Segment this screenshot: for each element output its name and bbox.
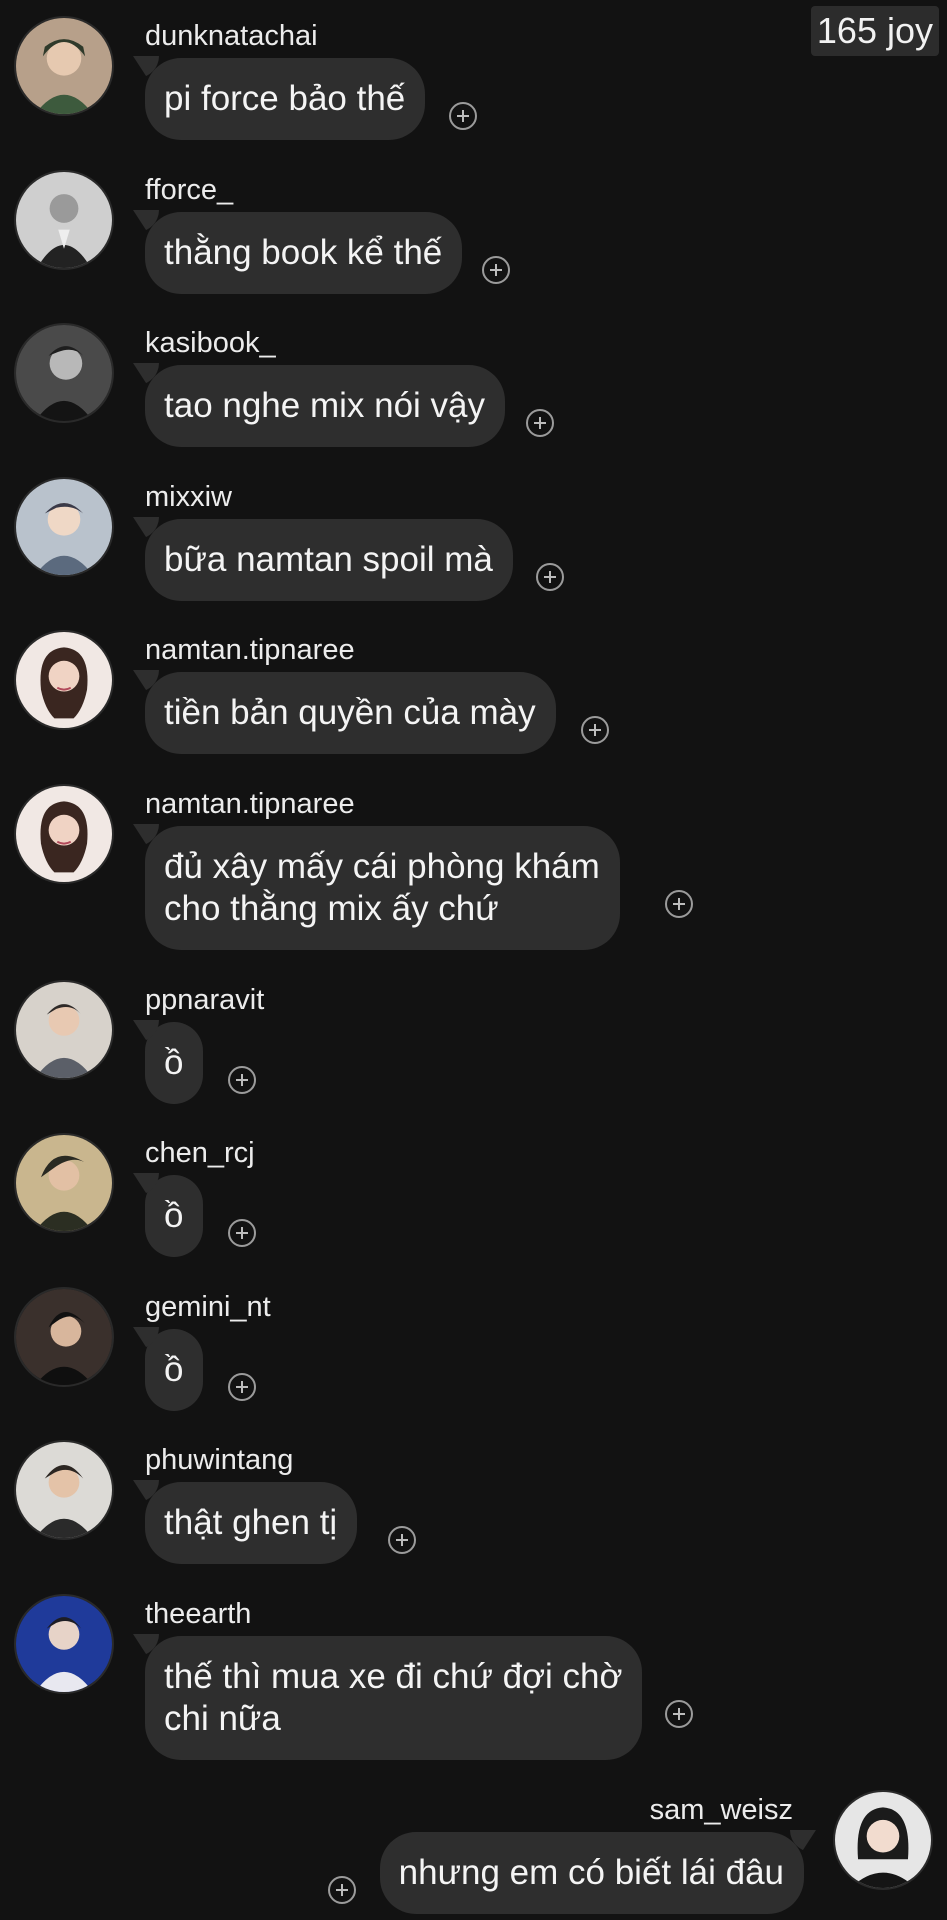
message-username: dunknatachai [145, 20, 318, 52]
message-bubble[interactable]: thật ghen tị [145, 1482, 358, 1564]
joy-counter-badge: 165 joy [810, 6, 939, 56]
message-username: fforce_ [145, 174, 234, 206]
avatar[interactable] [14, 980, 114, 1080]
message-bubble[interactable]: ồ [145, 1175, 204, 1257]
message-username: theearth [145, 1598, 252, 1630]
add-reaction-icon[interactable] [665, 890, 693, 918]
avatar[interactable] [14, 477, 114, 577]
message-username: sam_weisz [649, 1794, 793, 1826]
avatar[interactable] [14, 784, 114, 884]
avatar[interactable] [14, 1287, 114, 1387]
avatar[interactable] [14, 170, 114, 270]
message-username: namtan.tipnaree [145, 634, 355, 666]
avatar[interactable] [14, 1440, 114, 1540]
message-bubble[interactable]: ồ [145, 1022, 204, 1104]
message-bubble[interactable]: tiền bản quyền của mày [145, 672, 556, 754]
add-reaction-icon[interactable] [665, 1700, 693, 1728]
message-username: ppnaravit [145, 984, 265, 1016]
avatar[interactable] [14, 323, 114, 423]
message-bubble[interactable]: bữa namtan spoil mà [145, 519, 513, 601]
add-reaction-icon[interactable] [328, 1876, 356, 1904]
avatar[interactable] [833, 1790, 933, 1890]
message-bubble[interactable]: thằng book kể thế [145, 212, 463, 294]
add-reaction-icon[interactable] [228, 1219, 256, 1247]
avatar[interactable] [14, 630, 114, 730]
add-reaction-icon[interactable] [526, 409, 554, 437]
add-reaction-icon[interactable] [388, 1526, 416, 1554]
add-reaction-icon[interactable] [482, 256, 510, 284]
message-bubble[interactable]: thế thì mua xe đi chứ đợi chờ chi nữa [145, 1636, 643, 1760]
message-username: kasibook_ [145, 327, 276, 359]
message-username: phuwintang [145, 1444, 294, 1476]
avatar[interactable] [14, 1133, 114, 1233]
message-bubble[interactable]: tao nghe mix nói vậy [145, 365, 506, 447]
avatar[interactable] [14, 16, 114, 116]
message-bubble[interactable]: nhưng em có biết lái đâu [379, 1832, 804, 1914]
message-username: namtan.tipnaree [145, 788, 355, 820]
message-bubble[interactable]: pi force bảo thế [145, 58, 426, 140]
add-reaction-icon[interactable] [536, 563, 564, 591]
add-reaction-icon[interactable] [228, 1066, 256, 1094]
add-reaction-icon[interactable] [449, 102, 477, 130]
message-bubble[interactable]: ồ [145, 1329, 204, 1411]
add-reaction-icon[interactable] [581, 716, 609, 744]
message-username: mixxiw [145, 481, 232, 513]
add-reaction-icon[interactable] [228, 1373, 256, 1401]
message-username: gemini_nt [145, 1291, 271, 1323]
avatar[interactable] [14, 1594, 114, 1694]
message-username: chen_rcj [145, 1137, 255, 1169]
message-bubble[interactable]: đủ xây mấy cái phòng khám cho thằng mix … [145, 826, 620, 950]
